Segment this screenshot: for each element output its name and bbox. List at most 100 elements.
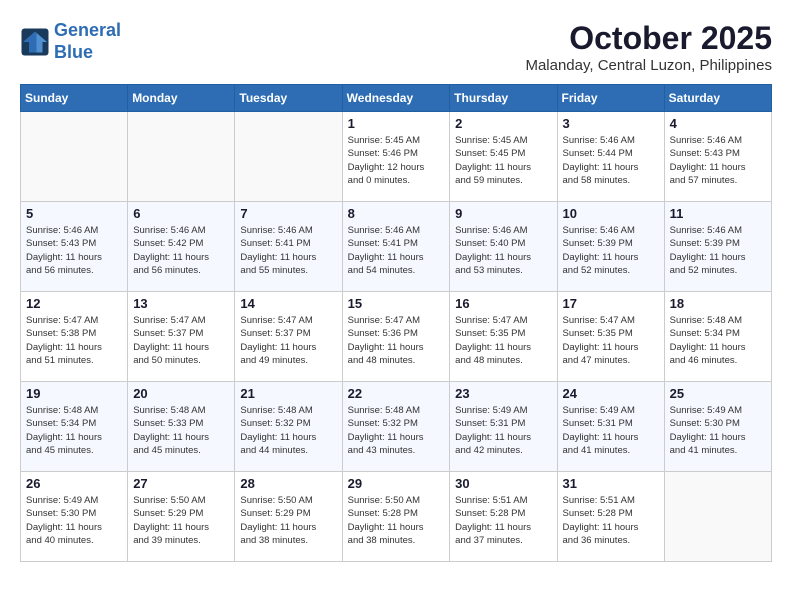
month-title: October 2025 [525, 20, 772, 57]
day-number: 14 [240, 296, 336, 311]
day-number: 25 [670, 386, 766, 401]
day-info: Sunrise: 5:48 AM Sunset: 5:33 PM Dayligh… [133, 404, 229, 457]
calendar-cell [664, 472, 771, 562]
day-info: Sunrise: 5:48 AM Sunset: 5:34 PM Dayligh… [670, 314, 766, 367]
calendar-cell: 9Sunrise: 5:46 AM Sunset: 5:40 PM Daylig… [450, 202, 557, 292]
logo-line1: General [54, 20, 121, 40]
day-info: Sunrise: 5:49 AM Sunset: 5:30 PM Dayligh… [670, 404, 766, 457]
calendar-cell: 2 Sunrise: 5:45 AM Sunset: 5:45 PM Daylig… [450, 112, 557, 202]
calendar-day-header: Monday [128, 85, 235, 112]
calendar-day-header: Sunday [21, 85, 128, 112]
calendar-cell: 8 Sunrise: 5:46 AM Sunset: 5:41 PM Daylig… [342, 202, 450, 292]
calendar-cell: 6 Sunrise: 5:46 AM Sunset: 5:42 PM Daylig… [128, 202, 235, 292]
day-info: Sunrise: 5:46 AM Sunset: 5:44 PM Dayligh… [563, 134, 659, 187]
page-header: General Blue October 2025 Malanday, Cent… [20, 20, 772, 74]
day-info: Sunrise: 5:46 AM Sunset: 5:41 PM Dayligh… [348, 224, 445, 277]
calendar-cell: 30 Sunrise: 5:51 AM Sunset: 5:28 PM Dayli… [450, 472, 557, 562]
calendar-cell: 29 Sunrise: 5:50 AM Sunset: 5:28 PM Dayli… [342, 472, 450, 562]
day-info: Sunrise: 5:45 AM Sunset: 5:45 PM Dayligh… [455, 134, 551, 187]
calendar-cell: 14 Sunrise: 5:47 AM Sunset: 5:37 PM Dayli… [235, 292, 342, 382]
calendar-cell: 11 Sunrise: 5:46 AM Sunset: 5:39 PM Dayli… [664, 202, 771, 292]
calendar-table: SundayMondayTuesdayWednesdayThursdayFrid… [20, 84, 772, 562]
calendar-week-row: 12Sunrise: 5:47 AM Sunset: 5:38 PM Dayli… [21, 292, 772, 382]
calendar-week-row: 26Sunrise: 5:49 AM Sunset: 5:30 PM Dayli… [21, 472, 772, 562]
calendar-cell: 22Sunrise: 5:48 AM Sunset: 5:32 PM Dayli… [342, 382, 450, 472]
location-title: Malanday, Central Luzon, Philippines [525, 57, 772, 74]
day-number: 16 [455, 296, 551, 311]
day-number: 8 [348, 206, 445, 221]
day-info: Sunrise: 5:45 AM Sunset: 5:46 PM Dayligh… [348, 134, 445, 187]
day-info: Sunrise: 5:48 AM Sunset: 5:32 PM Dayligh… [240, 404, 336, 457]
day-number: 2 [455, 116, 551, 131]
calendar-header-row: SundayMondayTuesdayWednesdayThursdayFrid… [21, 85, 772, 112]
day-info: Sunrise: 5:47 AM Sunset: 5:37 PM Dayligh… [240, 314, 336, 367]
calendar-day-header: Saturday [664, 85, 771, 112]
day-info: Sunrise: 5:50 AM Sunset: 5:29 PM Dayligh… [133, 494, 229, 547]
day-number: 30 [455, 476, 551, 491]
day-number: 12 [26, 296, 122, 311]
day-number: 1 [348, 116, 445, 131]
calendar-week-row: 5Sunrise: 5:46 AM Sunset: 5:43 PM Daylig… [21, 202, 772, 292]
calendar-cell: 16Sunrise: 5:47 AM Sunset: 5:35 PM Dayli… [450, 292, 557, 382]
calendar-cell: 20 Sunrise: 5:48 AM Sunset: 5:33 PM Dayli… [128, 382, 235, 472]
calendar-cell: 19 Sunrise: 5:48 AM Sunset: 5:34 PM Dayli… [21, 382, 128, 472]
calendar-cell: 4Sunrise: 5:46 AM Sunset: 5:43 PM Daylig… [664, 112, 771, 202]
day-number: 11 [670, 206, 766, 221]
calendar-cell: 1 Sunrise: 5:45 AM Sunset: 5:46 PM Daylig… [342, 112, 450, 202]
calendar-day-header: Wednesday [342, 85, 450, 112]
day-info: Sunrise: 5:46 AM Sunset: 5:42 PM Dayligh… [133, 224, 229, 277]
day-number: 29 [348, 476, 445, 491]
calendar-cell: 17Sunrise: 5:47 AM Sunset: 5:35 PM Dayli… [557, 292, 664, 382]
calendar-cell: 10Sunrise: 5:46 AM Sunset: 5:39 PM Dayli… [557, 202, 664, 292]
calendar-day-header: Friday [557, 85, 664, 112]
day-info: Sunrise: 5:47 AM Sunset: 5:37 PM Dayligh… [133, 314, 229, 367]
calendar-cell: 15Sunrise: 5:47 AM Sunset: 5:36 PM Dayli… [342, 292, 450, 382]
calendar-cell: 21 Sunrise: 5:48 AM Sunset: 5:32 PM Dayli… [235, 382, 342, 472]
calendar-cell: 12Sunrise: 5:47 AM Sunset: 5:38 PM Dayli… [21, 292, 128, 382]
logo: General Blue [20, 20, 121, 63]
calendar-cell: 27 Sunrise: 5:50 AM Sunset: 5:29 PM Dayli… [128, 472, 235, 562]
day-number: 18 [670, 296, 766, 311]
calendar-cell: 18 Sunrise: 5:48 AM Sunset: 5:34 PM Dayli… [664, 292, 771, 382]
calendar-cell [235, 112, 342, 202]
day-number: 21 [240, 386, 336, 401]
day-number: 17 [563, 296, 659, 311]
day-info: Sunrise: 5:46 AM Sunset: 5:39 PM Dayligh… [670, 224, 766, 277]
day-number: 19 [26, 386, 122, 401]
logo-line2: Blue [54, 42, 121, 64]
day-number: 6 [133, 206, 229, 221]
day-number: 27 [133, 476, 229, 491]
day-info: Sunrise: 5:48 AM Sunset: 5:32 PM Dayligh… [348, 404, 445, 457]
calendar-cell [21, 112, 128, 202]
calendar-cell: 25 Sunrise: 5:49 AM Sunset: 5:30 PM Dayli… [664, 382, 771, 472]
calendar-cell [128, 112, 235, 202]
day-info: Sunrise: 5:49 AM Sunset: 5:31 PM Dayligh… [563, 404, 659, 457]
day-info: Sunrise: 5:46 AM Sunset: 5:39 PM Dayligh… [563, 224, 659, 277]
calendar-cell: 26Sunrise: 5:49 AM Sunset: 5:30 PM Dayli… [21, 472, 128, 562]
day-info: Sunrise: 5:48 AM Sunset: 5:34 PM Dayligh… [26, 404, 122, 457]
day-number: 4 [670, 116, 766, 131]
day-number: 20 [133, 386, 229, 401]
day-info: Sunrise: 5:46 AM Sunset: 5:43 PM Dayligh… [26, 224, 122, 277]
calendar-cell: 3 Sunrise: 5:46 AM Sunset: 5:44 PM Daylig… [557, 112, 664, 202]
calendar-day-header: Thursday [450, 85, 557, 112]
day-info: Sunrise: 5:49 AM Sunset: 5:30 PM Dayligh… [26, 494, 122, 547]
day-info: Sunrise: 5:50 AM Sunset: 5:28 PM Dayligh… [348, 494, 445, 547]
title-block: October 2025 Malanday, Central Luzon, Ph… [525, 20, 772, 74]
day-info: Sunrise: 5:46 AM Sunset: 5:41 PM Dayligh… [240, 224, 336, 277]
calendar-cell: 23Sunrise: 5:49 AM Sunset: 5:31 PM Dayli… [450, 382, 557, 472]
calendar-cell: 28 Sunrise: 5:50 AM Sunset: 5:29 PM Dayli… [235, 472, 342, 562]
day-info: Sunrise: 5:49 AM Sunset: 5:31 PM Dayligh… [455, 404, 551, 457]
calendar-week-row: 1 Sunrise: 5:45 AM Sunset: 5:46 PM Daylig… [21, 112, 772, 202]
day-number: 28 [240, 476, 336, 491]
day-number: 24 [563, 386, 659, 401]
calendar-cell: 5Sunrise: 5:46 AM Sunset: 5:43 PM Daylig… [21, 202, 128, 292]
calendar-week-row: 19 Sunrise: 5:48 AM Sunset: 5:34 PM Dayli… [21, 382, 772, 472]
day-info: Sunrise: 5:51 AM Sunset: 5:28 PM Dayligh… [455, 494, 551, 547]
day-info: Sunrise: 5:51 AM Sunset: 5:28 PM Dayligh… [563, 494, 659, 547]
day-info: Sunrise: 5:50 AM Sunset: 5:29 PM Dayligh… [240, 494, 336, 547]
calendar-cell: 24 Sunrise: 5:49 AM Sunset: 5:31 PM Dayli… [557, 382, 664, 472]
day-number: 3 [563, 116, 659, 131]
day-number: 9 [455, 206, 551, 221]
day-number: 15 [348, 296, 445, 311]
